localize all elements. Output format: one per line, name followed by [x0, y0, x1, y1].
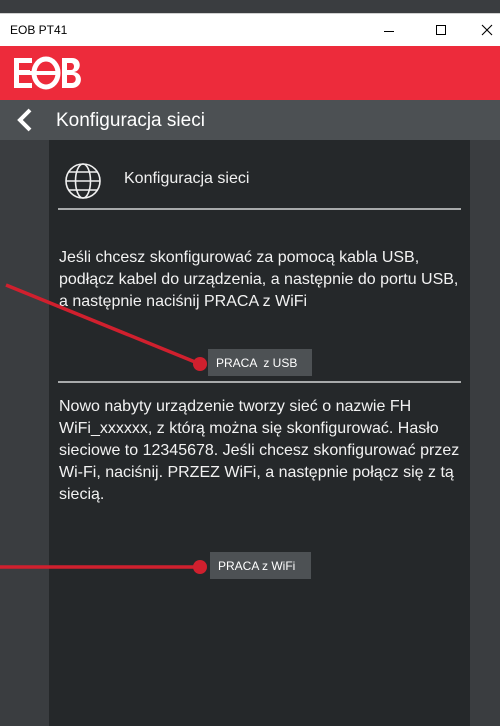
- usb-instructions: Jeśli chcesz skonfigurować za pomocą kab…: [59, 249, 459, 310]
- window-title: EOB PT41: [10, 23, 68, 37]
- title-bar[interactable]: EOB PT41: [0, 14, 500, 46]
- back-button[interactable]: [14, 108, 40, 132]
- app-window: EOB PT41 Konfiguracja sieci Konfiguracja…: [0, 0, 500, 726]
- divider: [58, 381, 461, 383]
- wifi-mode-button[interactable]: PRACA z WiFi: [210, 552, 311, 579]
- usb-mode-button[interactable]: PRACA z USB: [208, 349, 312, 376]
- maximize-button[interactable]: [418, 14, 463, 46]
- navigation-bar: Konfiguracja sieci: [0, 100, 500, 140]
- maximize-icon: [435, 25, 446, 35]
- brand-header: [0, 46, 500, 100]
- minimize-button[interactable]: [366, 14, 411, 46]
- section-title: Konfiguracja sieci: [124, 170, 250, 187]
- divider: [58, 208, 461, 210]
- minimize-icon: [383, 30, 394, 32]
- chevron-left-icon: [17, 108, 32, 132]
- close-button[interactable]: [464, 14, 500, 46]
- close-icon: [481, 24, 492, 36]
- wifi-instructions: Nowo nabyty urządzenie tworzy sieć o naz…: [59, 398, 460, 503]
- globe-icon: [65, 163, 101, 199]
- eob-logo: [14, 56, 81, 90]
- page-title: Konfiguracja sieci: [56, 110, 205, 131]
